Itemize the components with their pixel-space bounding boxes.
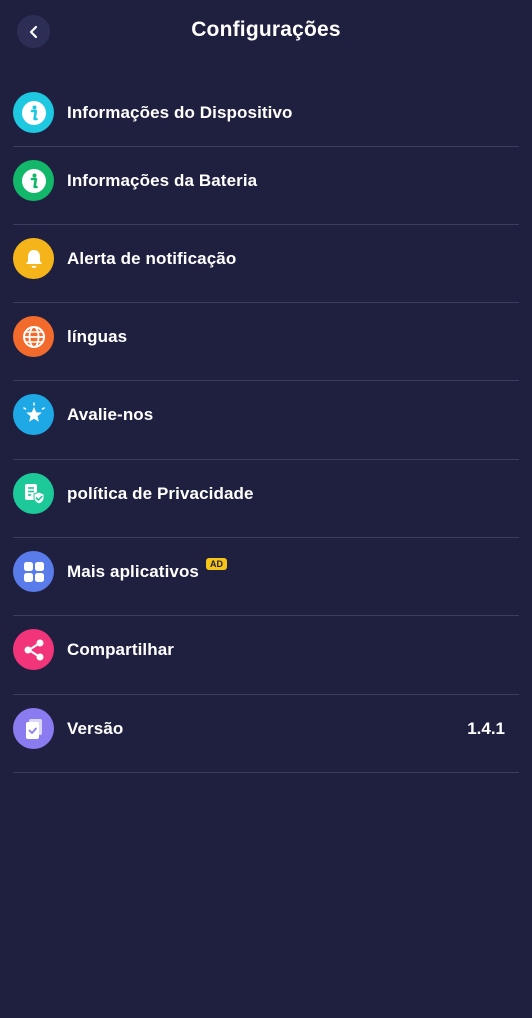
header-bar: Configurações [0, 0, 532, 64]
divider [13, 224, 519, 225]
settings-item-share[interactable]: Compartilhar [13, 629, 519, 670]
info-icon [13, 160, 54, 201]
apps-grid-icon [13, 551, 54, 592]
star-icon [13, 394, 54, 435]
settings-item-label: Informações do Dispositivo [67, 102, 293, 122]
divider [13, 302, 519, 303]
divider [13, 537, 519, 538]
ad-badge: AD [206, 557, 227, 570]
settings-item-label: política de Privacidade [67, 483, 254, 503]
page-title: Configurações [191, 18, 341, 41]
settings-item-battery-info[interactable]: Informações da Bateria [13, 160, 519, 201]
divider [13, 146, 519, 147]
divider [13, 380, 519, 381]
settings-item-device-info[interactable]: Informações do Dispositivo [13, 92, 519, 133]
settings-item-version: Versão 1.4.1 [13, 708, 519, 749]
settings-item-label: línguas [67, 326, 128, 346]
globe-icon [13, 316, 54, 357]
bell-icon [13, 238, 54, 279]
settings-item-more-apps[interactable]: Mais aplicativos AD [13, 551, 519, 592]
share-icon [13, 629, 54, 670]
privacy-shield-icon [13, 473, 54, 514]
settings-item-rate-us[interactable]: Avalie-nos [13, 394, 519, 435]
divider [13, 459, 519, 460]
divider [13, 615, 519, 616]
version-icon [13, 708, 54, 749]
settings-item-privacy-policy[interactable]: política de Privacidade [13, 473, 519, 514]
settings-item-label: Versão [67, 718, 124, 738]
settings-item-label: Informações da Bateria [67, 170, 258, 190]
divider [13, 772, 519, 773]
settings-item-notification-alert[interactable]: Alerta de notificação [13, 238, 519, 279]
version-value: 1.4.1 [467, 718, 505, 738]
settings-item-label: Avalie-nos [67, 404, 154, 424]
info-icon [13, 92, 54, 133]
settings-item-label: Compartilhar [67, 639, 174, 659]
divider [13, 694, 519, 695]
settings-item-label: Mais aplicativos [67, 561, 199, 581]
settings-item-label: Alerta de notificação [67, 248, 237, 268]
settings-item-languages[interactable]: línguas [13, 316, 519, 357]
